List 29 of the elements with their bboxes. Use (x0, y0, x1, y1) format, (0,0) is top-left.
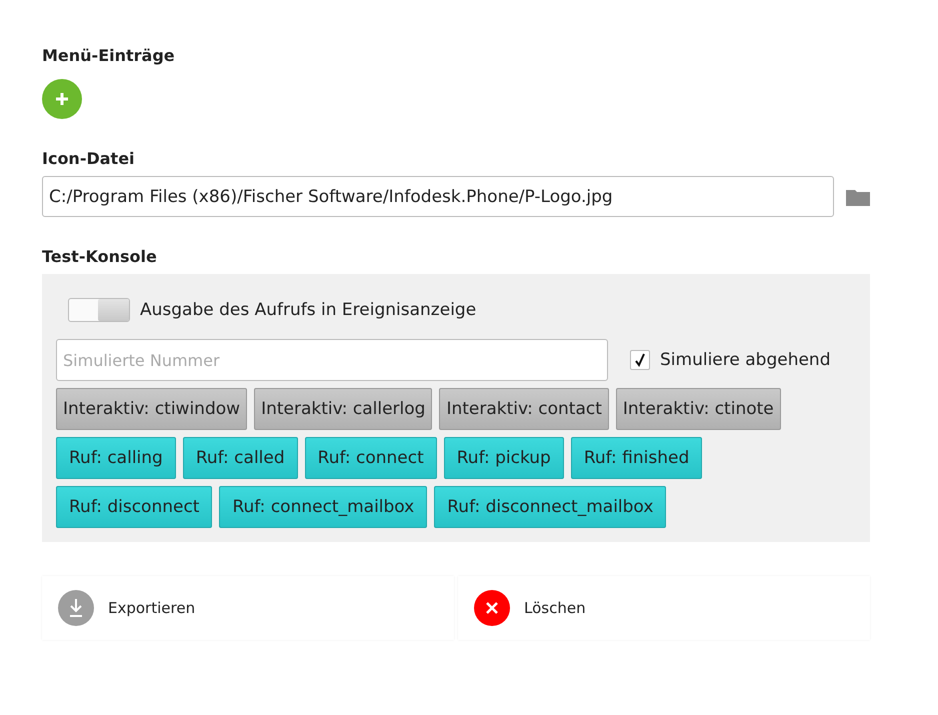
number-field[interactable]: Simulierte Nummer (56, 339, 608, 381)
close-icon (474, 590, 510, 626)
interaction-button[interactable]: Interaktiv: ctiwindow (56, 388, 248, 430)
call-event-button[interactable]: Ruf: called (182, 437, 298, 479)
export-button[interactable]: Exportieren (42, 576, 454, 640)
interaction-button[interactable]: Interaktiv: contact (439, 388, 609, 430)
checkbox[interactable] (630, 350, 650, 370)
toggle-label: Ausgabe des Aufrufs in Ereignisanzeige (140, 300, 476, 320)
call-event-button[interactable]: Ruf: disconnect_mailbox (434, 486, 666, 528)
call-event-button[interactable]: Ruf: connect_mailbox (219, 486, 428, 528)
call-event-button[interactable]: Ruf: pickup (444, 437, 564, 479)
toggle-switch[interactable] (68, 298, 130, 322)
check-icon (634, 353, 646, 367)
file-path-field[interactable]: C:/Program Files (x86)/Fischer Software/Infodesk.Phone/P-Logo.jpg (42, 176, 834, 217)
section-title: Test-Konsole (42, 247, 158, 266)
section-title: Menü-Einträge (42, 46, 176, 65)
download-icon (58, 590, 94, 626)
call-event-button[interactable]: Ruf: calling (56, 437, 176, 479)
plus-icon (54, 91, 70, 107)
delete-button[interactable]: Löschen (458, 576, 870, 640)
add-button[interactable] (42, 79, 82, 119)
interaction-button[interactable]: Interaktiv: callerlog (254, 388, 432, 430)
call-event-button[interactable]: Ruf: disconnect (56, 486, 212, 528)
call-event-button[interactable]: Ruf: connect (304, 437, 437, 479)
interaction-button[interactable]: Interaktiv: ctinote (616, 388, 781, 430)
call-event-button[interactable]: Ruf: finished (570, 437, 702, 479)
field-label: Icon-Datei (42, 149, 136, 168)
checkbox-label: Simuliere abgehend (660, 350, 830, 370)
folder-icon[interactable] (846, 188, 870, 206)
